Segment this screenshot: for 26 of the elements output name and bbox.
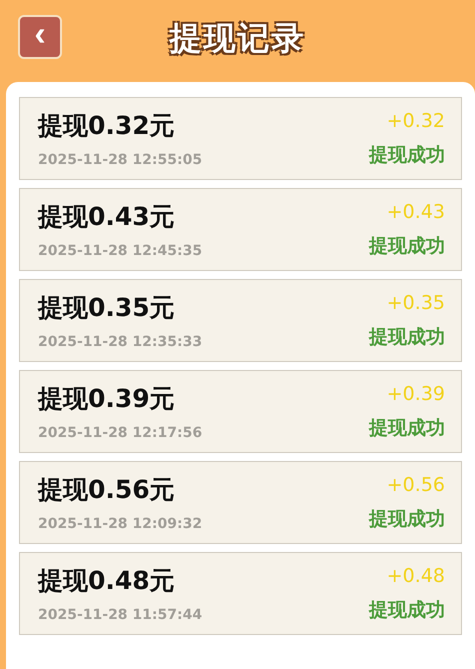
- record-title: 提现0.35元: [38, 292, 176, 324]
- record-amount: +0.35: [386, 292, 445, 314]
- record-title: 提现0.39元: [38, 383, 176, 415]
- record-time: 2025-11-28 12:17:56: [38, 425, 202, 441]
- record-amount: +0.39: [386, 382, 445, 404]
- record-status: 提现成功: [369, 234, 445, 258]
- record-title: 提现0.32元: [38, 110, 176, 142]
- record-amount: +0.43: [386, 200, 445, 222]
- record-time: 2025-11-28 11:57:44: [38, 607, 202, 623]
- record-time: 2025-11-28 12:45:35: [38, 243, 202, 259]
- back-button[interactable]: ‹: [18, 15, 62, 59]
- record-status: 提现成功: [369, 324, 445, 350]
- page-title: 提现记录: [170, 18, 306, 59]
- record-time: 2025-11-28 12:09:32: [38, 516, 202, 532]
- record-title: 提现0.56元: [38, 474, 176, 506]
- record-amount: +0.56: [386, 474, 445, 496]
- record-amount: +0.32: [386, 110, 445, 132]
- record-amount: +0.48: [386, 564, 445, 586]
- record-time: 2025-11-28 12:35:33: [38, 334, 202, 350]
- record-time: 2025-11-28 12:55:05: [38, 152, 202, 168]
- record-title: 提现0.43元: [38, 201, 176, 233]
- record-status: 提现成功: [369, 416, 445, 440]
- record-status: 提现成功: [369, 506, 445, 532]
- record-title: 提现0.48元: [38, 565, 176, 597]
- record-status: 提现成功: [369, 142, 445, 168]
- record-status: 提现成功: [369, 598, 445, 622]
